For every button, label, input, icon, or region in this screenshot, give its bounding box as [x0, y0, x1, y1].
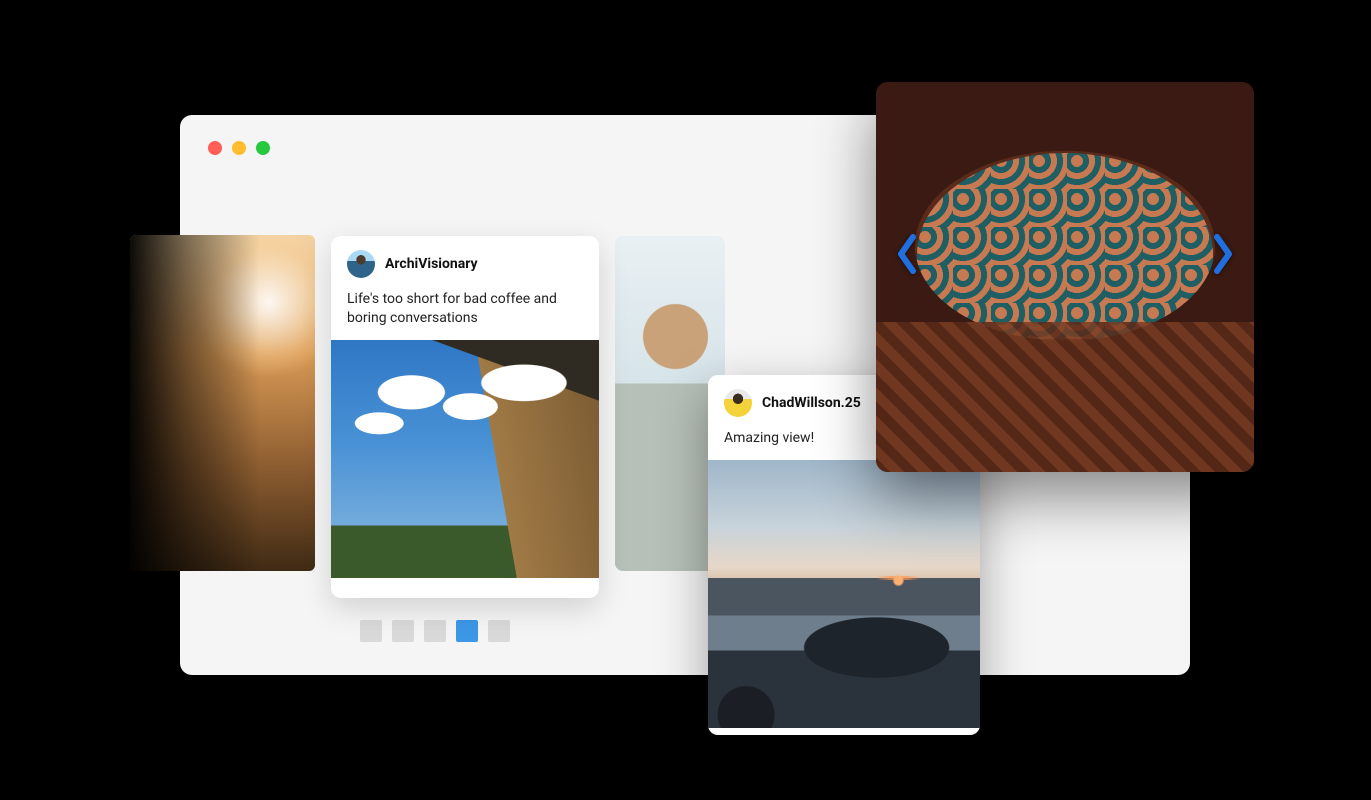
page-dot-4[interactable] [456, 620, 478, 642]
ornate-gallery-tile[interactable] [876, 82, 1254, 472]
card-caption: Life's too short for bad coffee and bori… [331, 282, 599, 340]
page-dot-1[interactable] [360, 620, 382, 642]
minimize-icon[interactable] [232, 141, 246, 155]
avatar[interactable] [347, 250, 375, 278]
carousel-slide-left[interactable] [130, 235, 315, 571]
gallery-prev-button[interactable] [890, 227, 924, 281]
page-dot-3[interactable] [424, 620, 446, 642]
username-label[interactable]: ChadWillson.25 [762, 395, 861, 411]
ornate-pattern [915, 151, 1215, 341]
avatar[interactable] [724, 389, 752, 417]
card-photo [708, 460, 980, 728]
card-photo [331, 340, 599, 578]
chevron-left-icon [896, 233, 918, 275]
carousel-pagination [360, 620, 510, 642]
maximize-icon[interactable] [256, 141, 270, 155]
stage: ArchiVisionary Life's too short for bad … [0, 0, 1371, 800]
feed-card-archivisionary[interactable]: ArchiVisionary Life's too short for bad … [331, 236, 599, 598]
gallery-next-button[interactable] [1206, 227, 1240, 281]
chevron-right-icon [1212, 233, 1234, 275]
close-icon[interactable] [208, 141, 222, 155]
ornate-base [876, 322, 1254, 472]
username-label[interactable]: ArchiVisionary [385, 256, 478, 272]
page-dot-2[interactable] [392, 620, 414, 642]
card-header: ArchiVisionary [331, 236, 599, 282]
window-controls [208, 141, 270, 155]
page-dot-5[interactable] [488, 620, 510, 642]
landscape-photo [130, 235, 315, 571]
